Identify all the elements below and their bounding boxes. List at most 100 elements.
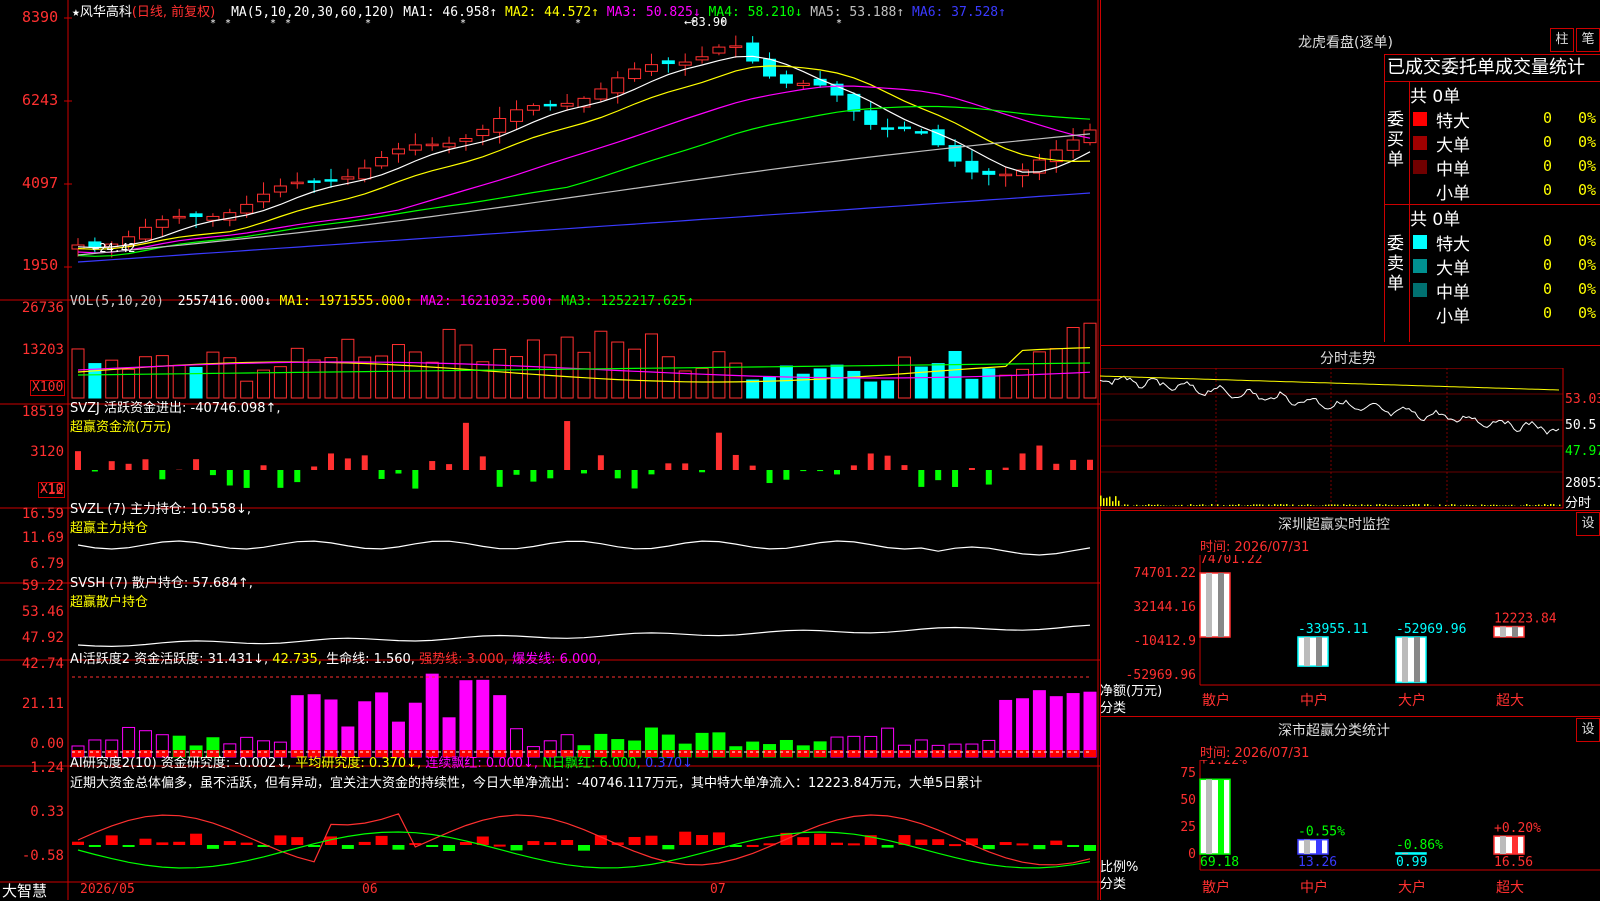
research-bar	[747, 845, 759, 847]
period-label[interactable]: (日线, 前复权)	[132, 5, 215, 20]
intraday-vol-bar	[1286, 504, 1288, 506]
intraday-vol-bar	[1352, 505, 1354, 506]
intraday-vol-bar	[1493, 505, 1495, 506]
fundflow-bar	[682, 463, 688, 470]
activity-bar	[1084, 692, 1096, 757]
intraday-vol-bar	[1511, 505, 1513, 506]
activity-base	[730, 750, 742, 757]
activity-base	[1033, 750, 1045, 757]
date-may: 2026/05	[80, 882, 135, 897]
sz-settings-button[interactable]: 设	[1576, 512, 1600, 536]
ma-value-5: MA5: 53.188↑	[802, 5, 904, 20]
activity-base	[1067, 750, 1079, 757]
activity-base	[966, 750, 978, 757]
svsh-subtitle: 超赢散户持仓	[70, 591, 253, 610]
volume-bar	[865, 382, 877, 398]
fundflow-bar	[767, 470, 773, 483]
fundflow-bar	[75, 451, 81, 470]
intraday-vol-bar	[1547, 505, 1549, 506]
intraday-vol-bar	[1397, 505, 1399, 506]
volume-bar	[764, 377, 776, 398]
candle	[156, 215, 168, 236]
intraday-vol-bar	[1196, 505, 1198, 506]
ai-research-axis-label: 0.33	[0, 804, 64, 820]
fundflow-bar	[463, 423, 469, 470]
intraday-vol-bar	[1217, 504, 1219, 506]
candle	[291, 172, 303, 188]
intraday-vol-bar	[1337, 505, 1339, 506]
research-bar	[224, 841, 236, 845]
price-axis-label: 1950	[22, 256, 58, 274]
svzj-unit-label: X10	[38, 482, 65, 498]
ai-research-comment: 近期大资金总体偏多，虽不活跃，但有异动，宜关注大资金的持续性，今日大单净流出：-…	[70, 772, 1075, 791]
ma-value-3: MA3: 50.825↓	[599, 5, 701, 20]
sh-category: 中户	[1300, 879, 1328, 896]
volume-bar	[1017, 369, 1029, 398]
bar-mode-button[interactable]: 柱	[1550, 28, 1574, 52]
research-bar	[679, 832, 691, 845]
svzl-axis-label: 16.59	[0, 506, 64, 522]
research-bar	[949, 844, 961, 846]
vol-axis-label: 13203	[0, 342, 64, 358]
intraday-vol-bar	[1142, 505, 1144, 506]
sz-axis-label: 74701.22	[1133, 566, 1196, 581]
research-bar	[392, 845, 404, 850]
volume-bar	[696, 368, 708, 398]
fundflow-bar	[126, 464, 132, 470]
sell-total: 共 0单	[1410, 205, 1460, 230]
research-bar	[241, 843, 253, 845]
intraday-vol-bar	[1106, 498, 1108, 506]
research-bar	[797, 837, 809, 845]
lhb-stat-tab[interactable]: 已成交委托单成交量统计	[1384, 54, 1600, 82]
activity-bar	[1067, 694, 1079, 757]
research-bar	[72, 842, 84, 845]
sell-side-label: 委卖单	[1387, 234, 1407, 294]
intraday-vol-bar	[1490, 505, 1492, 506]
sell-row-name: 大单	[1436, 254, 1470, 279]
fundflow-bar	[581, 470, 587, 473]
candle	[966, 150, 978, 179]
research-bar	[156, 842, 168, 845]
sz-xlabel: 分类	[1100, 697, 1126, 716]
intraday-vol-bar	[1418, 504, 1420, 506]
research-bar	[848, 843, 860, 845]
intraday-vol-bar	[1367, 505, 1369, 506]
volume-bar	[983, 369, 995, 398]
activity-bar	[325, 700, 337, 757]
activity-bar	[460, 681, 472, 757]
tick-mode-button[interactable]: 笔	[1576, 28, 1600, 52]
fundflow-bar	[1020, 453, 1026, 470]
intraday-vol-bar	[1544, 504, 1546, 506]
intraday-vol-bar	[1313, 505, 1315, 506]
activity-base	[915, 750, 927, 757]
candle	[561, 94, 573, 111]
intraday-vol-bar	[1376, 504, 1378, 506]
vol-axis-label: 26736	[0, 300, 64, 316]
intraday-vol-bar	[1307, 504, 1309, 506]
intraday-vol-bar	[1538, 505, 1540, 506]
intraday-vol-bar	[1199, 505, 1201, 506]
svzl-title: SVZL (7) 主力持仓: 10.558↓,	[70, 498, 251, 517]
low-marker: ←24.42	[92, 241, 135, 255]
candle	[1067, 128, 1079, 159]
candle	[662, 57, 674, 72]
sh-stats-title: 深市超赢分类统计	[1278, 720, 1390, 740]
intraday-vol-bar	[1523, 505, 1525, 506]
svsh-header: SVSH (7) 散户持仓: 57.684↑, 超赢散户持仓	[70, 572, 253, 610]
svsh-axis-label: 47.92	[0, 630, 64, 646]
sz-category: 散户	[1202, 692, 1230, 709]
volume-bar	[173, 365, 185, 398]
sz-axis-label: 32144.16	[1133, 600, 1196, 615]
intraday-vol-bar	[1454, 504, 1456, 506]
research-bar	[696, 835, 708, 845]
volume-bar	[747, 380, 759, 398]
candle	[426, 137, 438, 151]
intraday-chart[interactable]	[1100, 368, 1600, 510]
sh-settings-button[interactable]: 设	[1576, 718, 1600, 742]
candle	[544, 100, 556, 110]
candle	[696, 46, 708, 63]
candle	[865, 101, 877, 129]
research-bar	[1017, 843, 1029, 845]
vol-unit-label: X100	[30, 380, 65, 396]
intraday-vol-bar	[1559, 505, 1561, 506]
